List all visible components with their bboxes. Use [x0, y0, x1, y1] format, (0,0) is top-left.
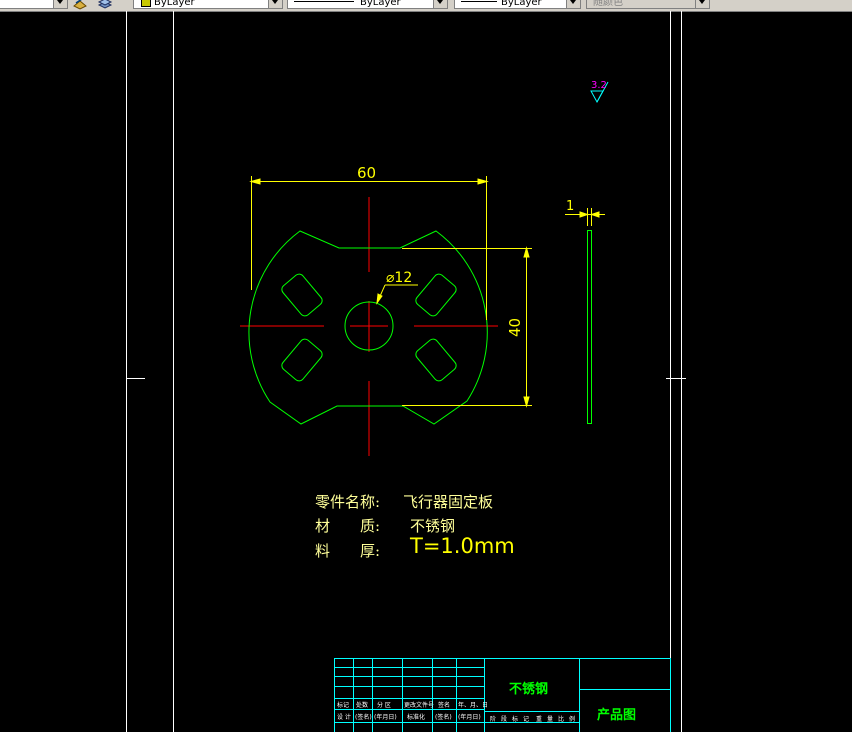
- color-combo[interactable]: ByLayer: [133, 0, 283, 9]
- tb-stage-3: 标: [512, 716, 519, 723]
- part-outline: [248, 230, 488, 425]
- color-value: ByLayer: [154, 0, 195, 8]
- centerlines: [240, 197, 498, 456]
- tb-label-standardize: 标准化: [407, 714, 426, 721]
- drawing-canvas[interactable]: [0, 11, 852, 732]
- note-thickness-value: T=1.0mm: [410, 534, 515, 558]
- tb-stage-6: 量: [547, 716, 554, 723]
- lineweight-combo[interactable]: ByLayer: [454, 0, 581, 9]
- tb-label-signature: 签名: [438, 702, 451, 709]
- tb-label-change-doc: 更改文件号: [404, 702, 435, 709]
- tb-label-design: 设 计: [337, 714, 351, 721]
- linetype-combo[interactable]: ByLayer: [287, 0, 448, 9]
- surface-roughness-value: 3.2: [591, 80, 607, 91]
- tb-label-zone: 分 区: [377, 702, 391, 709]
- plotstyle-combo: 随颜色: [586, 0, 710, 9]
- tb-label-design-sign: (签名): [355, 714, 372, 721]
- title-block-material: 不锈钢: [509, 682, 549, 697]
- tb-stage-5: 重: [536, 716, 543, 723]
- layer-states-icon[interactable]: [97, 0, 113, 10]
- tb-label-design-date: (年月日): [374, 714, 397, 721]
- tb-stage-7: 比: [558, 716, 565, 723]
- note-material-label: 材 质:: [315, 517, 381, 535]
- chevron-down-icon[interactable]: [566, 0, 580, 8]
- chevron-down-icon: [695, 0, 709, 8]
- dimension-height: 40: [506, 317, 524, 337]
- chevron-down-icon[interactable]: [268, 0, 282, 8]
- tb-label-count: 处数: [356, 702, 369, 709]
- tb-label-standardize-sign: (签名): [435, 714, 452, 721]
- tb-label-standardize-date: (年月日): [458, 714, 481, 721]
- tb-stage-8: 例: [569, 716, 576, 723]
- tb-label-date: 年、月、日: [458, 702, 489, 709]
- layer-previous-icon[interactable]: [72, 0, 88, 10]
- side-view-outline: [587, 230, 592, 424]
- note-thickness-label: 料 厚:: [315, 542, 381, 560]
- chevron-down-icon[interactable]: [433, 0, 447, 8]
- layer-combo-edge[interactable]: [0, 0, 68, 10]
- plotstyle-value: 随颜色: [593, 0, 623, 8]
- dimension-hole-diameter: ⌀12: [386, 270, 413, 286]
- tb-stage-4: 记: [523, 716, 530, 723]
- color-swatch: [141, 0, 151, 7]
- tb-label-mark: 标记: [337, 702, 350, 709]
- note-material-value: 不锈钢: [410, 517, 456, 535]
- dimension-lines: [249, 176, 605, 408]
- lineweight-value: ByLayer: [501, 0, 542, 8]
- tb-stage-1: 阶: [490, 716, 497, 723]
- linetype-value: ByLayer: [360, 0, 401, 8]
- note-part-name-label: 零件名称:: [315, 493, 381, 511]
- dimension-thickness: 1: [566, 199, 575, 214]
- lineweight-preview: [461, 1, 497, 2]
- tb-stage-2: 段: [501, 716, 508, 723]
- linetype-preview: [294, 1, 354, 2]
- dimension-width: 60: [357, 164, 377, 182]
- note-part-name-value: 飞行器固定板: [403, 493, 494, 511]
- sheet-border: [126, 11, 686, 732]
- title-block-drawing-type: 产品图: [597, 708, 637, 723]
